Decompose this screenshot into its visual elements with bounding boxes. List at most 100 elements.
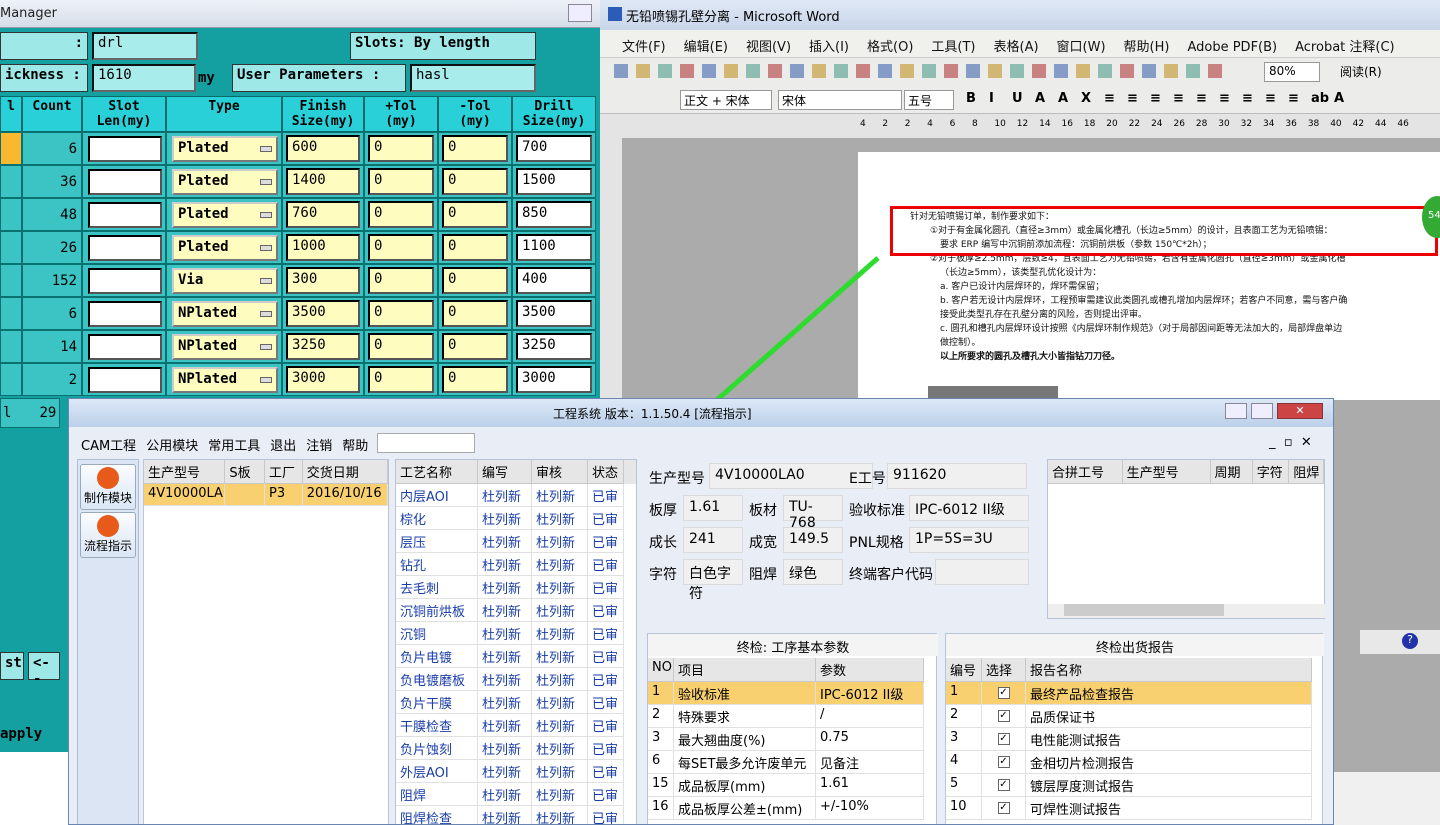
type-select[interactable]: Via: [172, 268, 278, 294]
format-icon[interactable]: ≡: [1104, 91, 1120, 106]
toolbar-icon[interactable]: [1186, 64, 1200, 78]
toolbar-icon[interactable]: [1098, 64, 1112, 78]
report-select[interactable]: ✓: [982, 682, 1026, 705]
flow-button[interactable]: 流程指示: [80, 512, 136, 558]
type-select[interactable]: Plated: [172, 136, 278, 162]
mat[interactable]: TU-768: [783, 495, 843, 531]
table-row[interactable]: 棕化 杜列新 杜列新 已审: [396, 507, 636, 530]
menu-item[interactable]: 视图(V): [746, 40, 791, 55]
ptol-field[interactable]: 0: [368, 201, 434, 228]
toolbar-icon[interactable]: [768, 64, 782, 78]
h-scrollbar[interactable]: [1048, 604, 1326, 618]
drill-size-field[interactable]: 700: [516, 135, 592, 162]
menu-item[interactable]: 注销: [306, 439, 332, 454]
toolbar-icon[interactable]: [1032, 64, 1046, 78]
toolbar-icon[interactable]: [1164, 64, 1178, 78]
row-handle[interactable]: [0, 330, 22, 363]
row-handle[interactable]: [0, 297, 22, 330]
finish-field[interactable]: 3250: [286, 333, 360, 360]
report-select[interactable]: ✓: [982, 774, 1026, 797]
style-select[interactable]: 正文 + 宋体: [680, 90, 772, 110]
user-params-field[interactable]: hasl: [410, 64, 536, 92]
toolbar-icon[interactable]: [1120, 64, 1134, 78]
format-icon[interactable]: X: [1081, 91, 1097, 106]
toolbar-icon[interactable]: [812, 64, 826, 78]
checkbox[interactable]: ✓: [997, 710, 1010, 722]
table-row[interactable]: 1 ✓ 最终产品检查报告: [946, 682, 1312, 705]
ptol-field[interactable]: 0: [368, 300, 434, 327]
slot-len-field[interactable]: [88, 268, 162, 294]
toolbar-icon[interactable]: [988, 64, 1002, 78]
slot-len-field[interactable]: [88, 169, 162, 195]
toolbar-icon[interactable]: [746, 64, 760, 78]
toolbar-icon[interactable]: [790, 64, 804, 78]
ptol-field[interactable]: 0: [368, 168, 434, 195]
table-row[interactable]: 负电镀磨板 杜列新 杜列新 已审: [396, 668, 636, 691]
table-row[interactable]: 外层AOI 杜列新 杜列新 已审: [396, 760, 636, 783]
checkbox[interactable]: ✓: [997, 733, 1010, 745]
format-icon[interactable]: ≡: [1150, 91, 1166, 106]
toolbar-icon[interactable]: [900, 64, 914, 78]
format-icon[interactable]: ≡: [1196, 91, 1212, 106]
format-icon[interactable]: ≡: [1242, 91, 1258, 106]
module-button[interactable]: 制作模块: [80, 464, 136, 510]
slot-len-field[interactable]: [88, 235, 162, 261]
pnl[interactable]: 1P=5S=3U: [909, 527, 1029, 553]
menu-item[interactable]: 常用工具: [208, 439, 260, 454]
menu-item[interactable]: 编辑(E): [684, 40, 728, 55]
drill-size-field[interactable]: 850: [516, 201, 592, 228]
drill-size-field[interactable]: 1500: [516, 168, 592, 195]
finish-field[interactable]: 600: [286, 135, 360, 162]
apply-button[interactable]: apply: [0, 722, 70, 748]
toolbar-icon[interactable]: [922, 64, 936, 78]
toolbar-icon[interactable]: [724, 64, 738, 78]
report-select[interactable]: ✓: [982, 751, 1026, 774]
table-row[interactable]: 2 特殊要求 /: [648, 705, 924, 728]
table-row[interactable]: 6 每SET最多允许废单元 见备注: [648, 751, 924, 774]
toolbar-icon[interactable]: [856, 64, 870, 78]
layer-field[interactable]: drl: [92, 32, 198, 60]
table-row[interactable]: 层压 杜列新 杜列新 已审: [396, 530, 636, 553]
format-icon[interactable]: ≡: [1288, 91, 1304, 106]
toolbar-icon[interactable]: [834, 64, 848, 78]
menu-item[interactable]: Acrobat 注释(C): [1295, 40, 1395, 55]
len[interactable]: 241: [683, 527, 743, 553]
slot-len-field[interactable]: [88, 367, 162, 393]
menu-item[interactable]: CAM工程: [81, 439, 136, 454]
type-select[interactable]: Plated: [172, 169, 278, 195]
table-row[interactable]: 16 成品板厚公差±(mm) +/-10%: [648, 797, 924, 820]
slot-len-field[interactable]: [88, 136, 162, 162]
toolbar-icon[interactable]: [1054, 64, 1068, 78]
menu-item[interactable]: 表格(A): [994, 40, 1039, 55]
char[interactable]: 白色字符: [683, 559, 743, 602]
thick[interactable]: 1.61: [683, 495, 743, 521]
type-select[interactable]: Plated: [172, 235, 278, 261]
row-handle[interactable]: [0, 165, 22, 198]
toolbar-icon[interactable]: [658, 64, 672, 78]
table-row[interactable]: 内层AOI 杜列新 杜列新 已审: [396, 484, 636, 507]
menu-item[interactable]: 退出: [270, 439, 296, 454]
table-row[interactable]: 负片电镀 杜列新 杜列新 已审: [396, 645, 636, 668]
row-handle[interactable]: [0, 264, 22, 297]
help-icon[interactable]: ?: [1402, 633, 1418, 649]
minimize-button[interactable]: [1225, 403, 1247, 419]
table-row[interactable]: 去毛刺 杜列新 杜列新 已审: [396, 576, 636, 599]
minimize-button[interactable]: [568, 4, 592, 22]
menu-item[interactable]: Adobe PDF(B): [1187, 40, 1277, 55]
mtol-field[interactable]: 0: [442, 168, 508, 195]
table-row[interactable]: 阻焊检查 杜列新 杜列新 已审: [396, 806, 636, 824]
format-icon[interactable]: A: [1058, 91, 1074, 106]
toolbar-icon[interactable]: [1076, 64, 1090, 78]
checkbox[interactable]: ✓: [997, 802, 1010, 814]
report-select[interactable]: ✓: [982, 705, 1026, 728]
sm[interactable]: 绿色: [783, 559, 843, 585]
row-handle[interactable]: [0, 363, 22, 396]
toolbar-icon[interactable]: [966, 64, 980, 78]
back-button[interactable]: <--: [28, 652, 60, 687]
format-icon[interactable]: I: [989, 91, 1005, 106]
toolbar-icon[interactable]: [702, 64, 716, 78]
report-select[interactable]: ✓: [982, 728, 1026, 751]
toolbar-icon[interactable]: [878, 64, 892, 78]
finish-field[interactable]: 760: [286, 201, 360, 228]
table-row[interactable]: 3 最大翘曲度(%) 0.75: [648, 728, 924, 751]
